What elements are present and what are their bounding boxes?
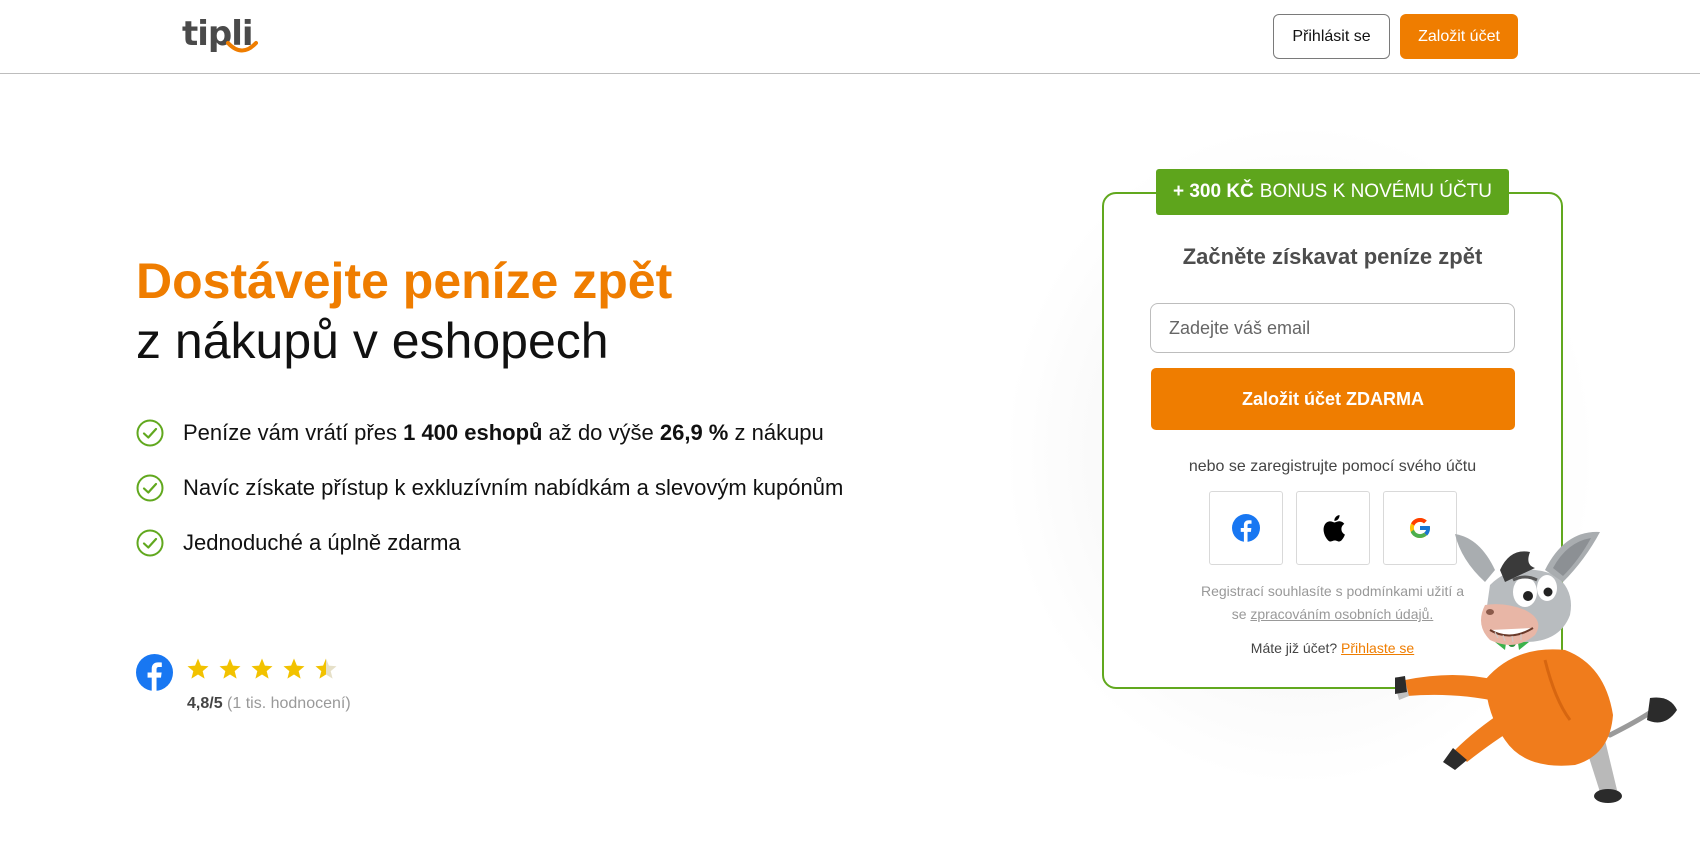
tipli-logo[interactable]: tipli bbox=[182, 16, 258, 58]
rating-score: 4,8/5 bbox=[187, 695, 223, 712]
feature-text: Peníze vám vrátí přes 1 400 eshopů až do… bbox=[183, 418, 824, 448]
terms-line-prefix: se bbox=[1231, 606, 1251, 622]
feature-text-part: z nákupu bbox=[728, 420, 824, 445]
rating-text: 4,8/5 (1 tis. hodnocení) bbox=[187, 695, 351, 713]
star-icon bbox=[187, 658, 209, 679]
star-icon bbox=[315, 658, 337, 679]
facebook-icon bbox=[136, 654, 173, 691]
top-header: tipli Přihlásit se Založit účet bbox=[0, 0, 1700, 74]
login-button[interactable]: Přihlásit se bbox=[1273, 14, 1390, 59]
email-input[interactable] bbox=[1150, 303, 1515, 353]
create-account-button[interactable]: Založit účet ZDARMA bbox=[1151, 368, 1515, 430]
feature-text: Jednoduché a úplně zdarma bbox=[183, 530, 461, 555]
hero-headline-rest: z nákupů v eshopech bbox=[136, 313, 609, 369]
bonus-badge: + 300 KČ BONUS K NOVÉMU ÚČTU bbox=[1156, 169, 1509, 215]
feature-item: Navíc získate přístup k exkluzívním nabí… bbox=[136, 473, 843, 528]
star-icon bbox=[219, 658, 241, 679]
logo-smile-icon bbox=[226, 41, 258, 53]
have-account-label: Máte již účet? bbox=[1250, 640, 1338, 656]
feature-text-part: Peníze vám vrátí přes bbox=[183, 420, 404, 445]
facebook-icon bbox=[1232, 514, 1260, 542]
register-button[interactable]: Založit účet bbox=[1400, 14, 1518, 59]
feature-text: Navíc získate přístup k exkluzívním nabí… bbox=[183, 475, 844, 500]
star-icon bbox=[283, 658, 305, 679]
feature-shops-count: 1 400 eshopů bbox=[403, 420, 543, 445]
rating-stars bbox=[186, 657, 338, 681]
social-signup-text: nebo se zaregistrujte pomocí svého účtu bbox=[1188, 458, 1477, 475]
feature-item: Peníze vám vrátí přes 1 400 eshopů až do… bbox=[136, 418, 843, 473]
feature-item: Jednoduché a úplně zdarma bbox=[136, 528, 843, 583]
feature-percent: 26,9 % bbox=[659, 420, 729, 445]
apple-signup-button[interactable] bbox=[1296, 491, 1370, 565]
star-icon bbox=[251, 658, 273, 679]
check-circle-icon bbox=[136, 474, 164, 502]
signup-title: Začněte získavat peníze zpět bbox=[1182, 244, 1483, 269]
check-circle-icon bbox=[136, 419, 164, 447]
facebook-signup-button[interactable] bbox=[1209, 491, 1283, 565]
donkey-mascot-illustration bbox=[1395, 531, 1677, 803]
apple-icon bbox=[1323, 515, 1345, 542]
bonus-label: BONUS K NOVÉMU ÚČTU bbox=[1259, 181, 1493, 202]
check-circle-icon bbox=[136, 529, 164, 557]
feature-list: Peníze vám vrátí přes 1 400 eshopů až do… bbox=[136, 418, 843, 583]
feature-text-part: až do výše bbox=[542, 420, 660, 445]
hero-headline-highlight: Dostávejte peníze zpět bbox=[136, 253, 673, 309]
bonus-amount: + 300 KČ bbox=[1172, 181, 1254, 202]
rating-count: (1 tis. hodnocení) bbox=[227, 695, 351, 712]
